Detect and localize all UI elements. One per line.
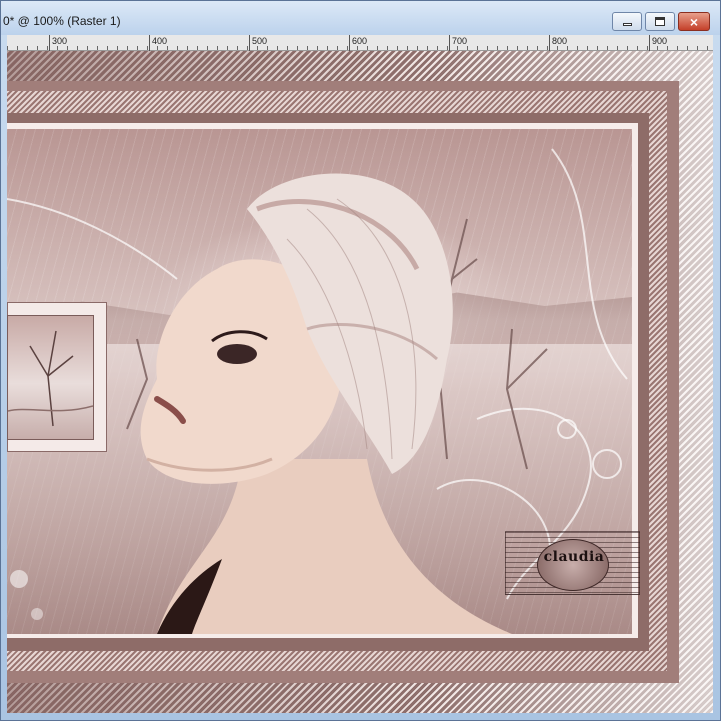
window-title: 0* @ 100% (Raster 1) xyxy=(3,14,121,28)
ruler-tick xyxy=(549,35,550,51)
ruler-tick xyxy=(449,35,450,51)
minimize-button[interactable] xyxy=(612,12,642,31)
inset-thumbnail-image xyxy=(7,315,94,440)
swirl-ring xyxy=(557,419,577,439)
maximize-button[interactable] xyxy=(645,12,675,31)
thumbnail-branches xyxy=(7,330,94,427)
ruler-tick xyxy=(349,35,350,51)
swirl-line xyxy=(7,198,178,280)
image-window: 0* @ 100% (Raster 1) × 300 400 500 600 7… xyxy=(0,0,721,721)
close-icon: × xyxy=(689,13,699,30)
image-canvas[interactable]: claudia xyxy=(7,51,713,713)
neck-and-shoulders xyxy=(157,459,512,634)
maximize-icon xyxy=(655,17,665,26)
horizontal-ruler[interactable]: 300 400 500 600 700 800 900 xyxy=(7,35,713,51)
ruler-label-700: 700 xyxy=(452,36,468,46)
eye xyxy=(217,344,257,364)
swirl-ring xyxy=(592,449,622,479)
close-button[interactable]: × xyxy=(678,12,710,31)
window-titlebar[interactable]: 0* @ 100% (Raster 1) × xyxy=(1,1,720,35)
ruler-tick xyxy=(149,35,150,51)
branch xyxy=(505,328,528,470)
watermark-text: claudia xyxy=(543,549,605,565)
ruler-label-800: 800 xyxy=(552,36,568,46)
ruler-label-900: 900 xyxy=(652,36,668,46)
ruler-tick xyxy=(249,35,250,51)
minimize-icon xyxy=(622,23,632,26)
ruler-tick xyxy=(649,35,650,51)
ruler-label-300: 300 xyxy=(52,36,68,46)
branch xyxy=(506,348,548,390)
watermark-medallion xyxy=(537,539,609,591)
bokeh-bubble xyxy=(10,570,28,588)
ruler-label-400: 400 xyxy=(152,36,168,46)
ruler-tick xyxy=(49,35,50,51)
swirl-line xyxy=(551,148,628,380)
ruler-label-600: 600 xyxy=(352,36,368,46)
ruler-label-500: 500 xyxy=(252,36,268,46)
bokeh-bubble xyxy=(31,608,43,620)
